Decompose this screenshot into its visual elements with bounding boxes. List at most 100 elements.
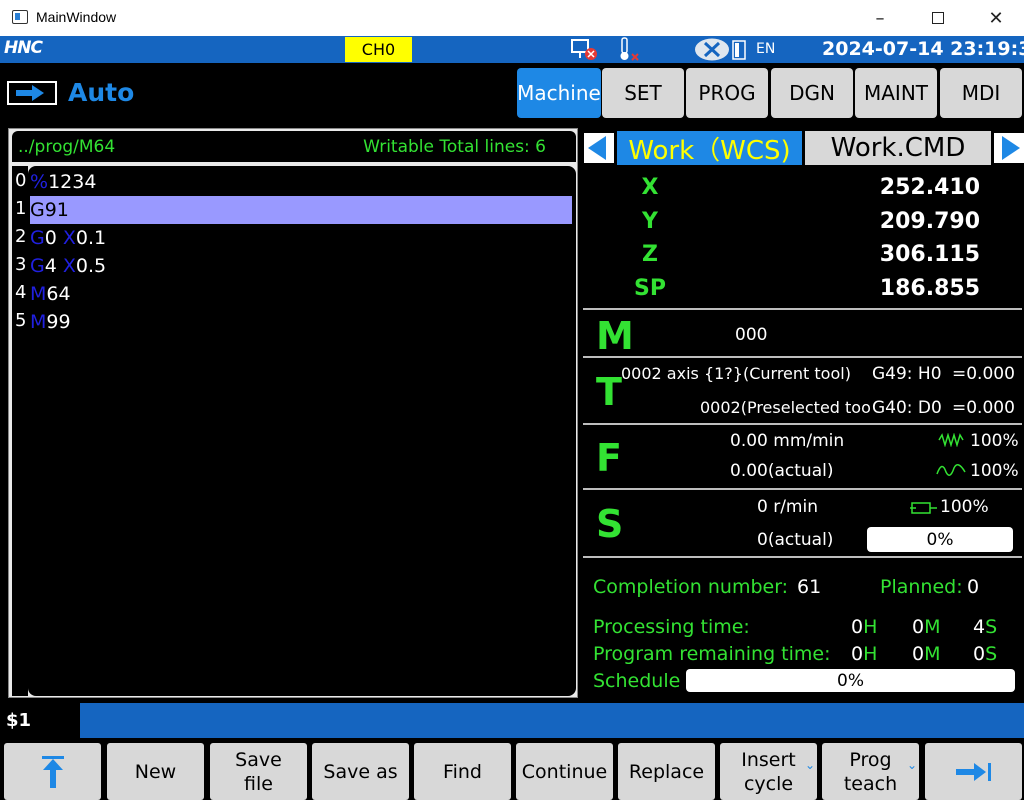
length-comp-value: =0.000	[952, 364, 1015, 384]
axis-y-value: 209.790	[879, 209, 980, 234]
softkey-save-as[interactable]: Save as	[312, 743, 409, 800]
program-status: Writable Total lines: 6	[363, 137, 546, 157]
code-text: 0	[44, 227, 63, 249]
schedule-label: Schedule	[593, 670, 681, 692]
prev-coord-arrow-icon[interactable]	[584, 133, 614, 163]
code-text: G91	[30, 199, 69, 221]
program-writable: Writable	[363, 137, 434, 157]
feed-override-value: 100%	[970, 461, 1019, 481]
maximize-icon[interactable]	[910, 0, 966, 36]
emergency-stop-icon	[695, 38, 729, 61]
auto-mode-icon	[7, 81, 57, 105]
tab-set[interactable]: SET	[602, 68, 684, 118]
network-error-icon	[571, 39, 597, 60]
code-keyword: G	[30, 255, 45, 277]
divider	[583, 423, 1022, 425]
axis-z-label: Z	[642, 242, 658, 267]
hnc-logo: HNC	[4, 38, 43, 58]
remaining-hours: 0H	[851, 643, 877, 665]
softkey-prog-teach[interactable]: Prog teach ⌄	[822, 743, 919, 800]
channel-indicator[interactable]: CH0	[345, 37, 412, 62]
f-feed-label: F	[596, 436, 622, 480]
softkey-next-page[interactable]	[925, 743, 1022, 800]
axis-sp-label: SP	[634, 276, 666, 301]
softkey-insert-cycle[interactable]: Insert cycle ⌄	[720, 743, 817, 800]
tab-mdi[interactable]: MDI	[940, 68, 1022, 118]
code-keyword: %	[30, 171, 49, 193]
softkey-continue[interactable]: Continue	[516, 743, 613, 800]
app-window-icon	[12, 10, 28, 24]
code-text: 4	[44, 255, 63, 277]
feed-command: 0.00 mm/min	[730, 431, 845, 451]
program-path: ../prog/M64	[18, 137, 116, 157]
softkey-new[interactable]: New	[107, 743, 204, 800]
minutes-unit: M	[924, 643, 941, 665]
code-line[interactable]: G0 X0.1	[30, 224, 572, 252]
code-text: 0.5	[75, 255, 107, 277]
program-editor[interactable]: %1234 G91 G0 X0.1 G4 X0.5 M64 M99	[28, 166, 576, 696]
planned-label: Planned:	[880, 576, 963, 598]
spindle-load-bar: 0%	[867, 527, 1013, 552]
length-comp-code: G49: H0	[872, 364, 942, 384]
language-indicator[interactable]: EN	[756, 41, 775, 57]
remaining-seconds: 0S	[973, 643, 997, 665]
m-code-label: M	[596, 314, 634, 358]
axis-x-label: X	[641, 175, 659, 200]
code-line[interactable]: %1234	[30, 168, 572, 196]
hours-unit: H	[863, 616, 878, 638]
divider	[583, 488, 1022, 490]
line-number: 4	[15, 282, 27, 303]
code-text: 0.1	[75, 227, 107, 249]
remaining-hours-value: 0	[851, 643, 864, 665]
return-up-arrow-icon	[41, 755, 64, 788]
softkey-replace[interactable]: Replace	[618, 743, 715, 800]
status-bar: HNC CH0 EN 2024-07-14 23:19:34	[0, 36, 1024, 63]
tab-prog[interactable]: PROG	[686, 68, 768, 118]
softkey-save-file[interactable]: Save file	[210, 743, 307, 800]
code-line[interactable]: G4 X0.5	[30, 252, 572, 280]
code-keyword: G	[30, 227, 45, 249]
line-number: 1	[15, 198, 27, 219]
divider	[583, 556, 1022, 558]
close-icon[interactable]: ✕	[968, 0, 1024, 36]
datetime-display: 2024-07-14 23:19:34	[822, 38, 1024, 60]
tab-dgn[interactable]: DGN	[771, 68, 853, 118]
spindle-command: 0 r/min	[757, 497, 818, 517]
line-number-gutter: 0 1 2 3 4 5	[12, 166, 28, 696]
code-line[interactable]: M64	[30, 280, 572, 308]
tab-work-cmd[interactable]: Work.CMD	[805, 131, 991, 165]
code-text: 99	[46, 311, 71, 333]
command-input[interactable]	[80, 703, 1024, 738]
processing-seconds: 4S	[973, 616, 997, 638]
remaining-time-label: Program remaining time:	[593, 643, 831, 665]
chevron-down-icon: ⌄	[804, 758, 815, 772]
code-line[interactable]: M99	[30, 308, 572, 336]
softkey-find[interactable]: Find	[414, 743, 511, 800]
tab-machine[interactable]: Machine	[517, 68, 601, 118]
t-code-label: T	[596, 370, 622, 414]
seconds-unit: S	[985, 616, 998, 638]
line-number: 0	[15, 170, 27, 191]
tab-maint[interactable]: MAINT	[855, 68, 937, 118]
processing-hours: 0H	[851, 616, 877, 638]
code-line[interactable]: G91	[30, 196, 572, 224]
seconds-unit: S	[985, 643, 998, 665]
window-title: MainWindow	[36, 9, 117, 25]
tab-work-wcs[interactable]: Work（WCS)	[617, 131, 802, 166]
hours-unit: H	[863, 643, 878, 665]
softkey-back[interactable]	[4, 743, 101, 800]
next-coord-arrow-icon[interactable]	[994, 133, 1024, 163]
minimize-icon[interactable]: –	[852, 0, 908, 36]
processing-hours-value: 0	[851, 616, 864, 638]
chevron-down-icon: ⌄	[906, 758, 917, 772]
completion-value: 61	[797, 576, 822, 598]
program-header: ../prog/M64 Writable Total lines: 6	[12, 131, 576, 162]
processing-time-label: Processing time:	[593, 616, 750, 638]
command-prompt: $1	[6, 710, 32, 731]
spindle-override-value: 100%	[940, 497, 989, 517]
spindle-override-icon	[910, 502, 937, 514]
program-total-lines: Total lines: 6	[439, 137, 546, 157]
mode-label: Auto	[68, 78, 135, 107]
line-number: 5	[15, 310, 27, 331]
code-keyword: X	[62, 227, 76, 249]
